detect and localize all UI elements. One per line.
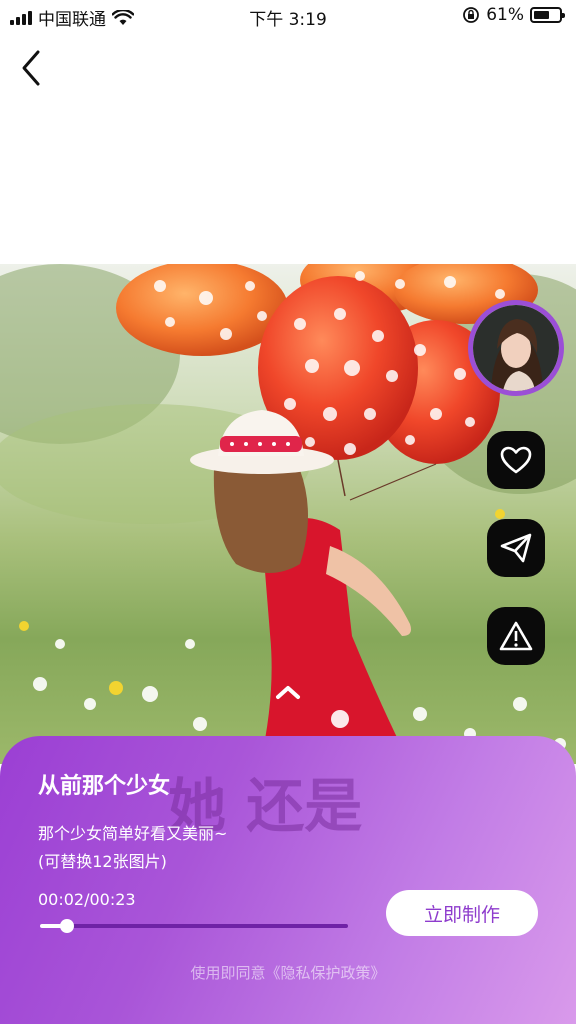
template-title: 从前那个少女 [38,774,171,799]
avatar-portrait [473,305,559,391]
send-icon [500,533,532,563]
make-now-button[interactable]: 立即制作 [386,890,538,936]
expand-panel-button[interactable] [270,680,306,704]
status-bar: 中国联通 下午 3:19 61% [0,0,576,32]
privacy-agreement-text[interactable]: 使用即同意《隐私保护政策》 [0,962,576,983]
like-button[interactable] [487,431,545,489]
description-line-1: 那个少女简单好看又美丽~ [38,824,228,843]
playback-time: 00:02/00:23 [38,890,136,909]
back-button[interactable] [14,48,50,88]
status-right: 61% [462,5,565,25]
battery-level [534,11,549,19]
chevron-left-icon [22,50,40,86]
battery-icon [530,7,565,23]
share-button[interactable] [487,519,545,577]
description-line-2: (可替换12张图片) [38,852,167,871]
template-info-panel: 她 还是 从前那个少女 那个少女简单好看又美丽~ (可替换12张图片) 00:0… [0,736,576,1024]
progress-thumb[interactable] [60,919,74,933]
heart-icon [500,446,532,474]
playback-progress-bar[interactable] [40,919,348,933]
template-description: 那个少女简单好看又美丽~ (可替换12张图片) [38,820,227,876]
chevron-up-icon [276,686,300,699]
report-button[interactable] [487,607,545,665]
warning-icon [499,621,533,651]
rotation-lock-icon [463,7,480,23]
creator-avatar[interactable] [468,300,564,396]
battery-percent: 61% [486,5,524,25]
